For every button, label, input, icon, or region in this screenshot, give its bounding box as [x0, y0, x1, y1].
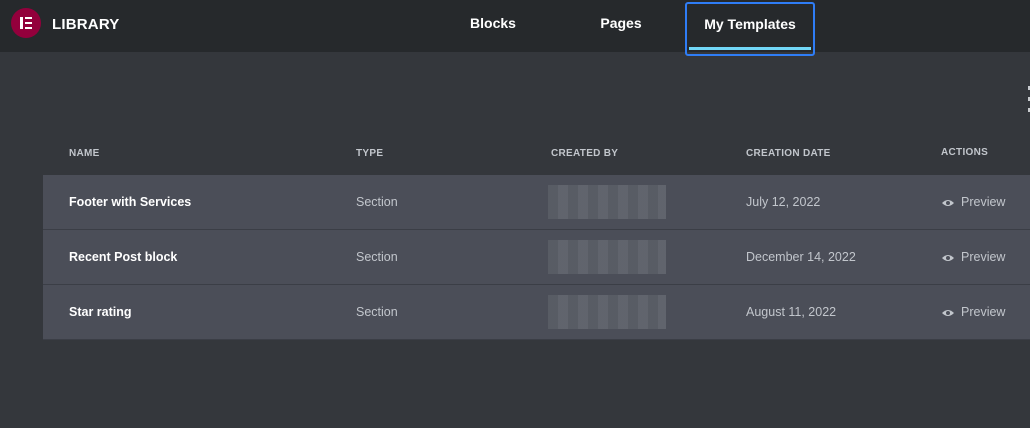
eye-icon	[942, 310, 954, 316]
template-name: Recent Post block	[69, 250, 178, 264]
eye-icon	[942, 255, 954, 261]
creation-date: July 12, 2022	[746, 195, 821, 209]
creation-date: December 14, 2022	[746, 250, 856, 264]
tab-my-templates-label: My Templates	[704, 16, 796, 32]
eye-icon	[942, 200, 954, 206]
column-header-creation-date: CREATION DATE	[746, 148, 831, 159]
library-header: LIBRARY Blocks Pages My Templates	[0, 0, 1030, 56]
table-row[interactable]: Recent Post block Section December 14, 2…	[43, 230, 1030, 285]
table-row[interactable]: Footer with Services Section July 12, 20…	[43, 175, 1030, 230]
template-type: Section	[356, 195, 398, 209]
table-row[interactable]: Star rating Section August 11, 2022 Prev…	[43, 285, 1030, 340]
tab-pages[interactable]: Pages	[581, 0, 661, 52]
library-title: LIBRARY	[52, 16, 120, 33]
preview-button[interactable]: Preview	[941, 230, 1005, 284]
redacted-created-by	[548, 240, 666, 274]
table-header: NAME TYPE CREATED BY CREATION DATE ACTIO…	[43, 140, 1030, 168]
preview-label: Preview	[961, 250, 1006, 264]
template-name: Star rating	[69, 305, 132, 319]
preview-label: Preview	[961, 195, 1006, 209]
template-type: Section	[356, 305, 398, 319]
active-tab-indicator	[689, 47, 811, 50]
redacted-created-by	[548, 295, 666, 329]
column-header-actions: ACTIONS	[941, 147, 989, 158]
tab-blocks[interactable]: Blocks	[452, 0, 534, 52]
elementor-logo-icon	[11, 8, 41, 38]
column-header-type: TYPE	[356, 148, 384, 159]
template-type: Section	[356, 250, 398, 264]
column-header-name: NAME	[69, 148, 100, 159]
creation-date: August 11, 2022	[746, 305, 837, 319]
preview-label: Preview	[961, 305, 1006, 319]
redacted-created-by	[548, 185, 666, 219]
template-name: Footer with Services	[69, 195, 192, 209]
column-header-created-by: CREATED BY	[551, 148, 619, 159]
cut-off-control[interactable]	[1026, 86, 1030, 120]
preview-button[interactable]: Preview	[941, 285, 1005, 339]
preview-button[interactable]: Preview	[941, 175, 1005, 229]
tab-my-templates[interactable]: My Templates	[685, 2, 815, 56]
